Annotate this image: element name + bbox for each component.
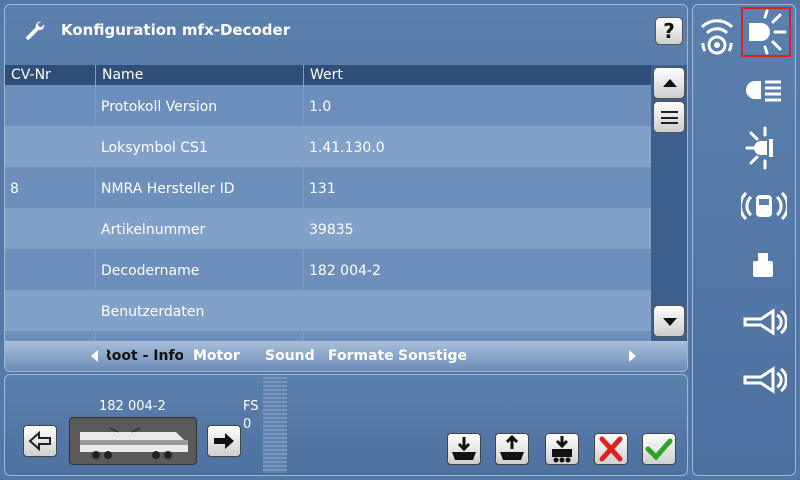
table-row[interactable]: 8 NMRA Hersteller ID 131 — [5, 167, 651, 208]
arrow-left-icon — [28, 430, 51, 452]
sidebar-horn-low-button[interactable] — [741, 357, 791, 407]
sidebar-radio-button[interactable] — [697, 13, 747, 63]
scroll-up-button[interactable] — [653, 67, 685, 99]
loco-name: 182 004-2 — [99, 399, 166, 414]
cell-cv — [5, 208, 96, 249]
column-header-value[interactable]: Wert — [304, 65, 651, 85]
cell-value: 1.41.130.0 — [309, 140, 385, 156]
cell-name: Decodername — [96, 249, 304, 290]
table-row[interactable]: Decodername 182 004-2 — [5, 249, 651, 290]
cell-value: 182 004-2 — [309, 263, 381, 279]
tab-formate[interactable]: Formate — [328, 348, 394, 364]
confirm-button[interactable] — [642, 433, 676, 465]
tab-scroll-right-icon[interactable] — [629, 350, 636, 362]
table-row[interactable]: Protokoll Version 1.0 — [5, 85, 651, 126]
upload-tray-icon — [500, 434, 524, 460]
cell-name: Loksymbol CS1 — [96, 126, 304, 167]
loco-image[interactable] — [69, 417, 197, 465]
header: Konfiguration mfx-Decoder ? — [5, 5, 687, 67]
tab-root-info[interactable]: Root - Info — [107, 348, 183, 364]
cell-value: 131 — [309, 181, 336, 197]
strobe-icon — [745, 126, 773, 170]
cell-value — [304, 290, 651, 331]
checkmark-icon — [645, 438, 673, 461]
loco-control-panel: 182 004-2 FS 0 — [4, 374, 688, 476]
horn-icon — [743, 366, 788, 394]
cell-value: 39835 — [309, 222, 354, 238]
page-title: Konfiguration mfx-Decoder — [61, 21, 291, 39]
cell-cv — [5, 85, 96, 126]
sidebar-beam-button[interactable] — [741, 67, 791, 117]
cancel-button[interactable] — [594, 433, 628, 465]
arrow-down-icon — [663, 318, 677, 326]
previous-loco-button[interactable] — [23, 425, 57, 457]
help-button[interactable]: ? — [655, 17, 683, 45]
table-row[interactable] — [5, 331, 651, 341]
radio-icon — [700, 19, 734, 55]
column-header-name[interactable]: Name — [96, 65, 304, 85]
cell-cv — [5, 249, 96, 290]
table-row[interactable]: Benutzerdaten — [5, 290, 651, 331]
tab-scroll-left-icon[interactable] — [91, 350, 98, 362]
sidebar-horn-high-button[interactable] — [741, 299, 791, 349]
sidebar-car-sound-button[interactable] — [739, 183, 791, 233]
table-row[interactable]: Loksymbol CS1 1.41.130.0 — [5, 126, 651, 167]
close-icon — [599, 436, 623, 462]
scroll-thumb[interactable] — [653, 101, 685, 133]
cv-table: CV-Nr Name Wert Protokoll Version 1.0 Lo… — [5, 65, 651, 341]
horn-icon — [743, 308, 788, 336]
tab-motor[interactable]: Motor — [193, 348, 240, 364]
wrench-icon — [26, 21, 45, 40]
download-loco-icon — [552, 436, 572, 463]
scroll-down-button[interactable] — [653, 305, 685, 337]
cell-cv — [5, 290, 96, 331]
table-scrollbar[interactable] — [651, 65, 687, 341]
arrow-right-icon — [214, 433, 234, 449]
weight-icon — [753, 253, 773, 277]
tab-sound[interactable]: Sound — [265, 348, 315, 364]
export-button[interactable] — [495, 433, 529, 465]
import-button[interactable] — [447, 433, 481, 465]
table-header: CV-Nr Name Wert — [5, 65, 651, 85]
sidebar-strobe-button[interactable] — [741, 125, 791, 175]
cell-name: NMRA Hersteller ID — [96, 167, 304, 208]
speed-step-value: 0 — [243, 417, 252, 432]
decoder-config-panel: Konfiguration mfx-Decoder ? CV-Nr Name W… — [4, 4, 688, 372]
next-loco-button[interactable] — [207, 425, 241, 457]
cell-cv: 8 — [5, 167, 96, 208]
speed-step-label: FS — [243, 399, 259, 414]
cell-name: Benutzerdaten — [96, 290, 304, 331]
sidebar-weight-button[interactable] — [741, 241, 791, 291]
cell-name: Protokoll Version — [96, 85, 304, 126]
sidebar-light-button[interactable] — [741, 7, 791, 57]
table-row[interactable]: Artikelnummer 39835 — [5, 208, 651, 249]
light-icon — [749, 9, 787, 55]
beam-icon — [746, 80, 781, 102]
locomotive-icon — [80, 427, 188, 459]
speed-slider[interactable] — [263, 375, 287, 473]
cell-value: 1.0 — [309, 99, 332, 115]
cell-name: Artikelnummer — [96, 208, 304, 249]
tab-sonstige[interactable]: Sonstige — [398, 348, 467, 364]
menu-lines-icon — [661, 111, 678, 124]
column-header-cv[interactable]: CV-Nr — [5, 65, 96, 85]
function-sidebar — [692, 4, 796, 476]
load-to-loco-button[interactable] — [545, 433, 579, 465]
download-tray-icon — [452, 437, 476, 460]
arrow-up-icon — [663, 79, 677, 87]
car-icon — [739, 191, 789, 221]
cell-cv — [5, 126, 96, 167]
tab-bar: Root - Info Motor Sound Formate Sonstige — [5, 341, 687, 371]
